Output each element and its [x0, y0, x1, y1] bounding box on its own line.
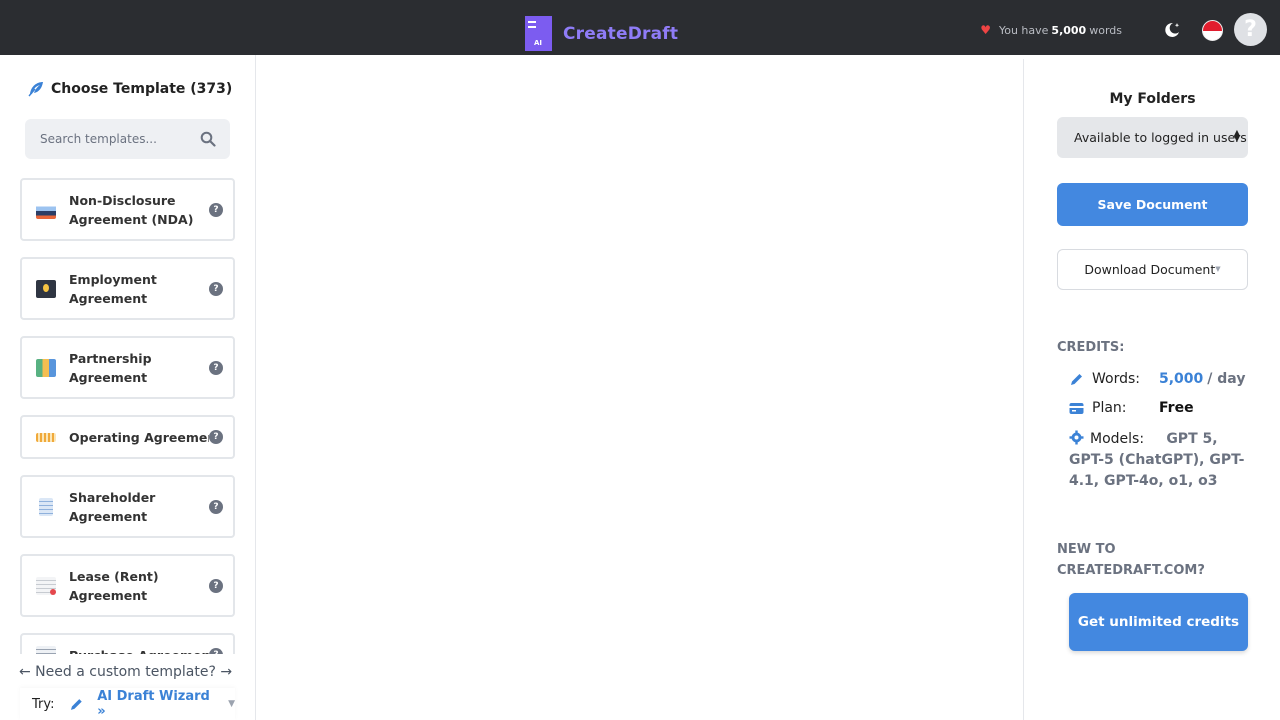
template-label: Shareholder Agreement: [69, 489, 156, 524]
top-bar: AI CreateDraft ♥ You have 5,000 words ?: [0, 0, 1280, 55]
template-item-employment[interactable]: Employment Agreement ?: [20, 257, 235, 320]
search-icon[interactable]: [200, 131, 216, 147]
purchase-icon: [36, 646, 56, 654]
template-sidebar: Choose Template (373) Non-Disclosure Agr…: [0, 55, 256, 720]
employment-icon: [36, 279, 56, 298]
template-label: Partnership Agreement: [69, 350, 152, 385]
folders-title: My Folders: [1109, 91, 1196, 107]
shareholder-icon: [39, 497, 53, 516]
brand-name: CreateDraft: [563, 23, 679, 44]
template-list: Non-Disclosure Agreement (NDA) ? Employm…: [20, 178, 235, 654]
chevron-down-icon: ▼: [1215, 265, 1221, 273]
feather-icon: [28, 82, 43, 97]
try-label: Try:: [32, 696, 55, 712]
nda-icon: [36, 200, 56, 219]
get-unlimited-credits-button[interactable]: Get unlimited credits: [1069, 593, 1248, 651]
plan-label: Plan:: [1092, 400, 1127, 416]
credits-words-row: Words: 5,000 / day: [1069, 371, 1245, 387]
moon-icon[interactable]: [1163, 21, 1181, 39]
words-count: 5,000: [1051, 23, 1087, 37]
pencil-icon: [70, 698, 82, 710]
operating-icon: [36, 432, 56, 442]
gear-icon: [1069, 430, 1084, 445]
template-item-purchase[interactable]: Purchase Agreement ?: [20, 633, 235, 654]
help-icon[interactable]: ?: [209, 499, 223, 514]
sidebar-title: Choose Template (373): [27, 80, 232, 98]
template-label: Lease (Rent) Agreement: [69, 568, 159, 603]
select-arrows-icon: ▲ ▼: [1233, 128, 1240, 143]
template-label: Operating Agreement: [69, 429, 209, 445]
folder-select-value: Available to logged in users: [1074, 130, 1247, 145]
save-document-button[interactable]: Save Document: [1057, 183, 1248, 226]
word-balance: ♥ You have 5,000 words: [980, 23, 1122, 37]
help-icon[interactable]: ?: [209, 578, 223, 593]
custom-template-link[interactable]: ← Need a custom template? →: [19, 664, 232, 680]
help-icon[interactable]: ?: [209, 281, 223, 296]
credit-card-icon: [1069, 403, 1084, 414]
words-value: 5,000: [1159, 371, 1204, 387]
words-unit: / day: [1207, 371, 1246, 387]
words-prefix: You have: [998, 23, 1049, 37]
heart-icon: ♥: [980, 23, 991, 37]
template-label: Employment Agreement: [69, 271, 157, 306]
words-label: Words:: [1092, 371, 1140, 387]
template-item-shareholder[interactable]: Shareholder Agreement ?: [20, 475, 235, 538]
document-editor[interactable]: [257, 59, 1024, 720]
sidebar-title-text: Choose Template (373): [51, 81, 233, 97]
help-avatar[interactable]: ?: [1234, 13, 1267, 46]
template-item-nda[interactable]: Non-Disclosure Agreement (NDA) ?: [20, 178, 235, 241]
try-wizard-bar: Try: AI Draft Wizard » ▼: [20, 688, 235, 720]
template-item-partnership[interactable]: Partnership Agreement ?: [20, 336, 235, 399]
logo-badge: AI: [534, 39, 543, 47]
help-icon[interactable]: ?: [209, 648, 223, 654]
credits-models-row: Models: GPT 5, GPT-5 (ChatGPT), GPT-4.1,…: [1069, 429, 1247, 492]
help-icon[interactable]: ?: [209, 360, 223, 375]
credits-heading: CREDITS:: [1057, 340, 1125, 355]
words-suffix: words: [1089, 23, 1122, 37]
brand-logo[interactable]: AI CreateDraft: [525, 16, 678, 51]
download-document-button[interactable]: Download Document▼: [1057, 249, 1248, 290]
download-label: Download Document: [1084, 262, 1216, 277]
ai-draft-wizard-link[interactable]: AI Draft Wizard »: [97, 689, 220, 719]
help-icon[interactable]: ?: [209, 430, 223, 444]
partnership-icon: [36, 358, 56, 377]
singapore-flag-icon[interactable]: [1202, 20, 1223, 41]
right-panel: My Folders Available to logged in users …: [1025, 59, 1280, 720]
folder-select[interactable]: Available to logged in users ▲ ▼: [1057, 117, 1248, 158]
template-label: Purchase Agreement: [69, 646, 209, 655]
new-to-heading: NEW TO CREATEDRAFT.COM?: [1057, 542, 1205, 578]
credits-plan-row: Plan: Free: [1069, 400, 1194, 416]
help-icon[interactable]: ?: [209, 202, 223, 217]
chevron-down-icon[interactable]: ▼: [228, 699, 235, 709]
plan-value: Free: [1159, 400, 1194, 416]
models-label: Models:: [1090, 431, 1145, 447]
template-label: Non-Disclosure Agreement (NDA): [69, 192, 194, 227]
template-item-operating[interactable]: Operating Agreement ?: [20, 415, 235, 459]
pencil-icon: [1071, 374, 1082, 385]
lease-icon: [36, 576, 56, 595]
template-item-lease[interactable]: Lease (Rent) Agreement ?: [20, 554, 235, 617]
logo-mark-icon: AI: [525, 16, 552, 51]
